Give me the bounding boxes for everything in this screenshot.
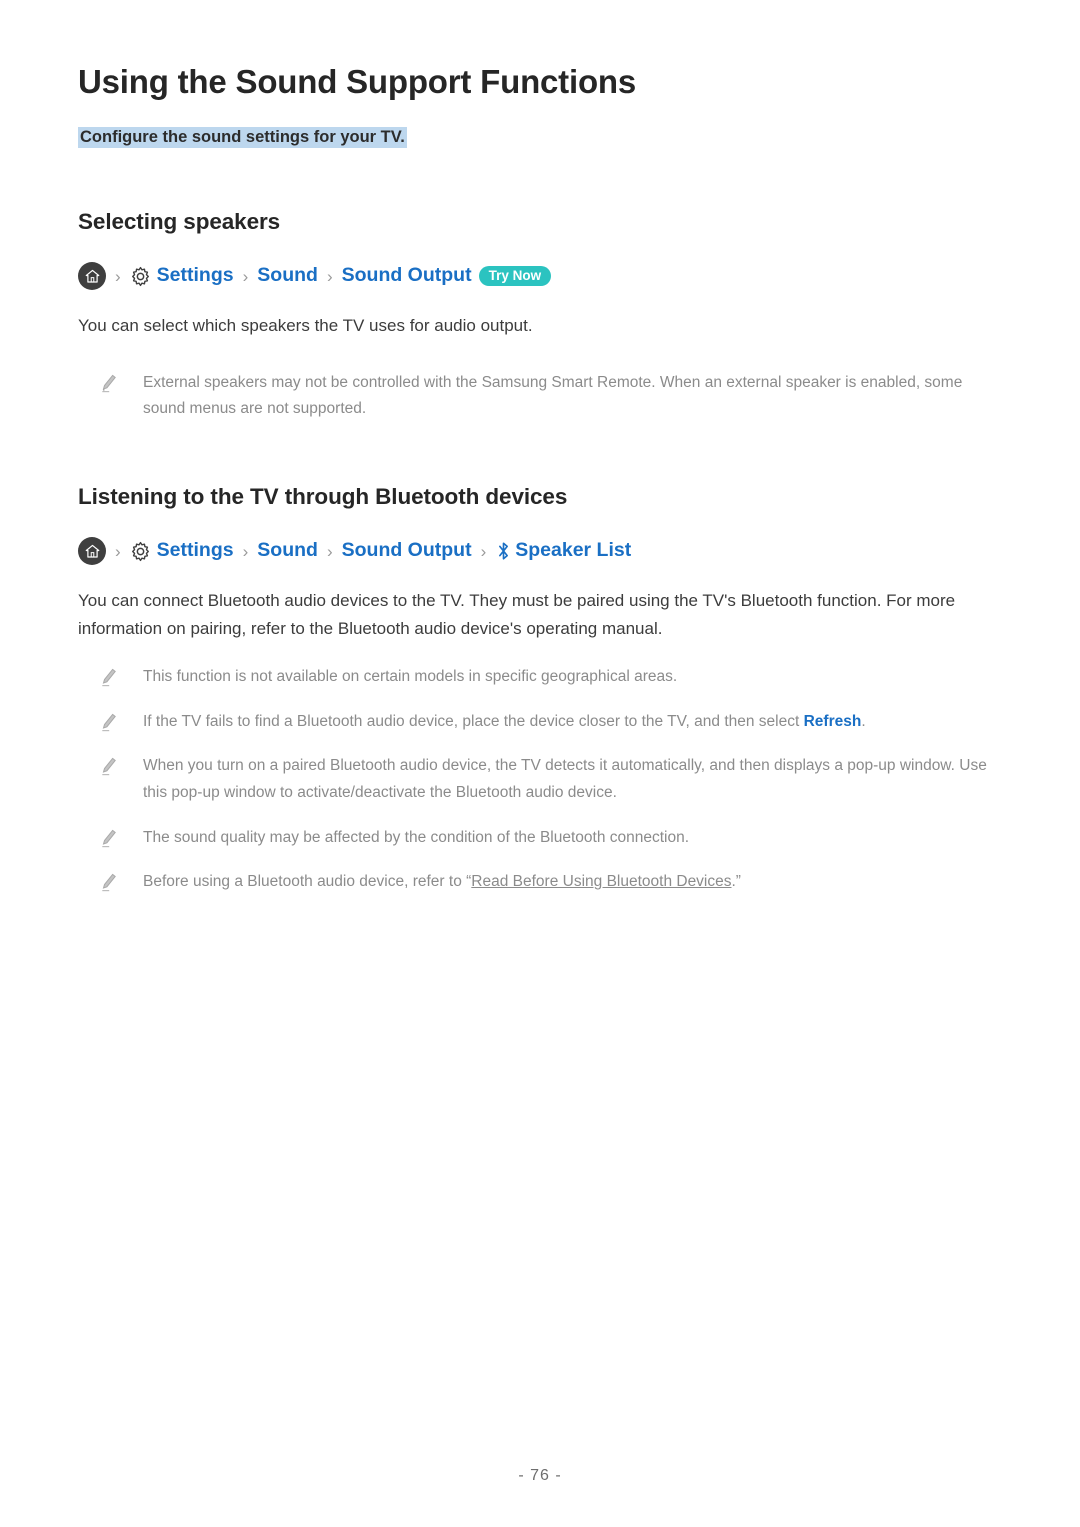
bluetooth-icon[interactable] (495, 539, 512, 563)
pencil-note-icon (100, 374, 117, 394)
note-text-segment: This function is not available on certai… (143, 668, 678, 686)
page-subtitle-highlight: Configure the sound settings for your TV… (78, 126, 407, 148)
chevron-right-icon: › (115, 266, 121, 286)
breadcrumb-bluetooth: › Settings › Sound › Sound Output › Spea… (78, 537, 1002, 566)
page-number-footer: - 76 - (518, 1467, 562, 1484)
breadcrumb-item-sound[interactable]: Sound (257, 266, 318, 286)
pencil-note-icon (100, 873, 117, 893)
note-text: This function is not available on certai… (143, 664, 677, 691)
chevron-right-icon: › (115, 541, 121, 561)
chevron-right-icon: › (242, 266, 249, 286)
note-item: If the TV fails to find a Bluetooth audi… (78, 709, 1002, 736)
home-icon[interactable] (78, 537, 106, 566)
note-text: Before using a Bluetooth audio device, r… (143, 869, 741, 896)
note-text-segment: . (861, 712, 866, 730)
page-subtitle-wrapper: Configure the sound settings for your TV… (78, 124, 1002, 150)
note-text: External speakers may not be controlled … (143, 373, 963, 418)
pencil-note-icon (100, 668, 117, 688)
try-now-badge[interactable]: Try Now (478, 265, 552, 287)
breadcrumb-item-settings[interactable]: Settings (157, 541, 234, 561)
breadcrumb-selecting-speakers: › Settings › Sound › Sound Output Try No… (78, 262, 1002, 291)
pencil-note-icon (100, 829, 117, 849)
refresh-link[interactable]: Refresh (804, 713, 862, 730)
note-item: The sound quality may be affected by the… (78, 825, 1002, 852)
note-item: External speakers may not be controlled … (78, 370, 1002, 423)
note-text: When you turn on a paired Bluetooth audi… (143, 753, 1002, 806)
note-text-segment: The sound quality may be affected by the… (143, 828, 690, 846)
note-item: This function is not available on certai… (78, 664, 1002, 691)
paragraph-bluetooth: You can connect Bluetooth audio devices … (78, 591, 956, 638)
note-text-segment: Before using a Bluetooth audio device, r… (143, 873, 472, 891)
note-text-segment: If the TV fails to find a Bluetooth audi… (143, 712, 804, 730)
home-icon[interactable] (78, 262, 106, 291)
chevron-right-icon: › (326, 266, 333, 286)
breadcrumb-item-sound-output[interactable]: Sound Output (342, 541, 472, 561)
chevron-right-icon: › (242, 541, 249, 561)
notes-list-bluetooth: This function is not available on certai… (78, 664, 1002, 896)
note-text-segment: .” (731, 873, 741, 891)
gear-icon[interactable] (130, 265, 152, 287)
pencil-note-icon (100, 757, 117, 777)
chevron-right-icon: › (326, 541, 333, 561)
section-heading-selecting-speakers: Selecting speakers (78, 208, 281, 234)
page-title: Using the Sound Support Functions (78, 63, 637, 100)
breadcrumb-item-sound-output[interactable]: Sound Output (342, 266, 472, 286)
paragraph-selecting-speakers: You can select which speakers the TV use… (78, 316, 533, 336)
note-text: The sound quality may be affected by the… (143, 825, 689, 852)
note-text-segment: When you turn on a paired Bluetooth audi… (143, 757, 987, 802)
gear-icon[interactable] (130, 540, 152, 562)
breadcrumb-item-speaker-list[interactable]: Speaker List (515, 541, 631, 561)
pencil-note-icon (100, 713, 117, 733)
note-text: If the TV fails to find a Bluetooth audi… (143, 709, 866, 736)
note-item: Before using a Bluetooth audio device, r… (78, 869, 1002, 896)
section-heading-bluetooth: Listening to the TV through Bluetooth de… (78, 483, 568, 509)
chevron-right-icon: › (480, 541, 487, 561)
breadcrumb-item-settings[interactable]: Settings (157, 266, 234, 286)
document-page: Using the Sound Support Functions Config… (0, 0, 1080, 1527)
note-item: When you turn on a paired Bluetooth audi… (78, 753, 1002, 806)
breadcrumb-item-sound[interactable]: Sound (257, 541, 318, 561)
read-before-using-bluetooth-devices-link[interactable]: Read Before Using Bluetooth Devices (471, 873, 731, 890)
